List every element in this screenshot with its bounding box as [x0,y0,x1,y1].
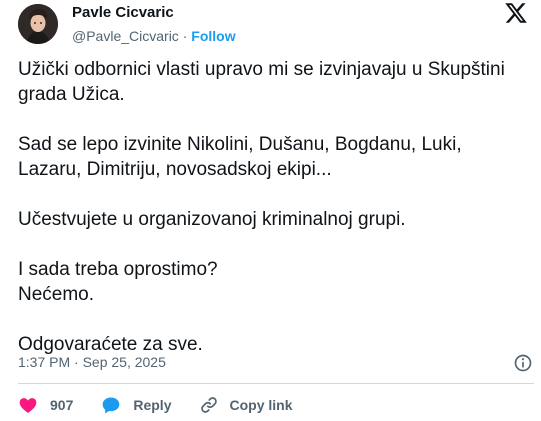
follow-button[interactable]: Follow [191,28,235,44]
action-bar: 907 Reply Copy link [18,394,321,416]
display-name[interactable]: Pavle Cicvaric [72,4,236,22]
reply-button[interactable]: Reply [101,395,171,415]
link-icon [201,397,218,413]
x-logo-icon[interactable] [503,1,529,25]
handle-separator: · [178,28,192,44]
heart-icon [19,398,37,413]
like-button[interactable]: 907 [18,395,73,415]
author-block: Pavle Cicvaric @Pavle_Cicvaric · Follow [72,4,236,45]
timestamp[interactable]: 1:37 PM · Sep 25, 2025 [18,354,166,370]
tweet-header: Pavle Cicvaric @Pavle_Cicvaric · Follow [18,0,541,50]
avatar-image [18,4,58,44]
copy-link-button[interactable]: Copy link [199,395,293,415]
reply-label: Reply [133,397,172,413]
copy-link-label: Copy link [229,397,293,413]
tweet-text: Užički odbornici vlasti upravo mi se izv… [18,59,505,355]
tweet-meta: 1:37 PM · Sep 25, 2025 [18,354,534,372]
divider [18,383,534,384]
like-count: 907 [50,397,74,413]
avatar[interactable] [18,4,58,44]
handle-row: @Pavle_Cicvaric · Follow [72,27,236,45]
handle[interactable]: @Pavle_Cicvaric [72,28,179,44]
info-icon[interactable] [513,353,533,373]
speech-bubble-icon [103,397,120,414]
